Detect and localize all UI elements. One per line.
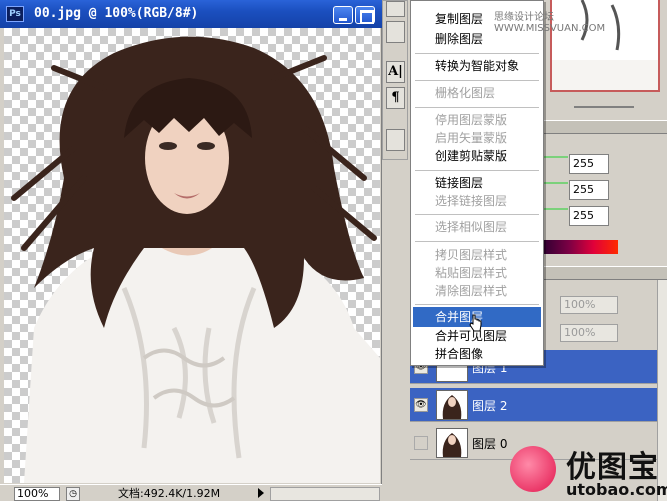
portrait-image bbox=[11, 36, 380, 483]
menu-item-enable-vector-mask[interactable]: 启用矢量蒙版 bbox=[413, 128, 541, 148]
menu-separator bbox=[415, 241, 539, 242]
menu-item-paste-layer-style[interactable]: 粘贴图层样式 bbox=[413, 263, 541, 283]
zoom-field[interactable]: 100% bbox=[14, 487, 60, 501]
blue-slider[interactable] bbox=[544, 208, 568, 210]
menu-item-select-similar-layers[interactable]: 选择相似图层 bbox=[413, 217, 541, 237]
menu-item-copy-layer-style[interactable]: 拷贝图层样式 bbox=[413, 245, 541, 265]
color-panel-header[interactable] bbox=[540, 120, 667, 134]
document-info: 文档:492.4K/1.92M bbox=[118, 487, 221, 500]
hand-cursor-icon bbox=[469, 314, 482, 332]
tool-strip: A| ¶ bbox=[382, 0, 408, 160]
photoshop-icon: Ps bbox=[6, 6, 24, 22]
logo-url: utobao.com bbox=[566, 480, 667, 499]
tool-preset-icon[interactable] bbox=[386, 1, 405, 17]
document-title: 00.jpg @ 100%(RGB/8#) bbox=[34, 6, 199, 21]
watermark-logo: 优图宝 utobao.com bbox=[508, 440, 667, 501]
character-icon: A| bbox=[388, 64, 403, 79]
navigator-icon[interactable]: ◷ bbox=[66, 487, 80, 501]
status-menu-arrow-icon[interactable] bbox=[258, 488, 264, 498]
menu-separator bbox=[415, 80, 539, 81]
paragraph-panel-button[interactable]: ¶ bbox=[386, 87, 405, 109]
menu-item-disable-layer-mask[interactable]: 停用图层蒙版 bbox=[413, 110, 541, 130]
layer-context-menu: 复制图层 删除图层 转换为智能对象 栅格化图层 停用图层蒙版 启用矢量蒙版 创建… bbox=[410, 0, 544, 366]
menu-item-link-layers[interactable]: 链接图层 bbox=[413, 173, 541, 193]
character-panel-button[interactable]: A| bbox=[386, 61, 405, 83]
layer-row-2[interactable]: 👁 图层 2 bbox=[410, 388, 657, 422]
layer-thumbnail-portrait bbox=[442, 395, 462, 419]
menu-separator bbox=[415, 53, 539, 54]
red-value[interactable]: 255 bbox=[569, 154, 609, 174]
opacity-field[interactable]: 100% bbox=[560, 296, 618, 314]
visibility-toggle[interactable] bbox=[414, 436, 428, 450]
menu-item-rasterize-layer[interactable]: 栅格化图层 bbox=[413, 83, 541, 103]
navigator-zoom-slider[interactable] bbox=[544, 98, 662, 114]
menu-item-create-clipping-mask[interactable]: 创建剪贴蒙版 bbox=[413, 146, 541, 166]
layer-thumbnail bbox=[436, 428, 468, 458]
menu-item-clear-layer-style[interactable]: 清除图层样式 bbox=[413, 281, 541, 301]
maximize-button[interactable] bbox=[355, 6, 375, 24]
fill-field[interactable]: 100% bbox=[560, 324, 618, 342]
bird-logo-icon bbox=[510, 446, 556, 492]
layer-name: 图层 2 bbox=[472, 399, 508, 413]
green-slider[interactable] bbox=[544, 182, 568, 184]
watermark-top: 思缘设计论坛 WWW.MISSVUAN.COM bbox=[494, 12, 606, 34]
document-window: Ps 00.jpg @ 100%(RGB/8#) 100% ◷ 文档:492.4… bbox=[0, 0, 382, 501]
layer-name: 图层 0 bbox=[472, 437, 508, 451]
layer-thumbnail bbox=[436, 390, 468, 420]
paragraph-icon: ¶ bbox=[391, 90, 400, 105]
document-canvas[interactable] bbox=[4, 28, 380, 483]
minimize-button[interactable] bbox=[333, 6, 353, 24]
menu-separator bbox=[415, 170, 539, 171]
menu-item-select-linked-layers[interactable]: 选择链接图层 bbox=[413, 191, 541, 211]
menu-item-flatten-image[interactable]: 拼合图像 bbox=[413, 344, 541, 364]
layer-thumbnail-portrait bbox=[442, 433, 462, 457]
document-title-bar[interactable]: Ps 00.jpg @ 100%(RGB/8#) bbox=[0, 0, 382, 28]
color-spectrum[interactable] bbox=[544, 240, 618, 254]
menu-separator bbox=[415, 304, 539, 305]
menu-separator bbox=[415, 214, 539, 215]
visibility-eye-icon[interactable]: 👁 bbox=[414, 398, 428, 412]
brush-tool-icon[interactable] bbox=[386, 21, 405, 43]
color-panel: 255 255 255 bbox=[540, 134, 667, 259]
red-slider[interactable] bbox=[544, 156, 568, 158]
menu-item-convert-smart-object[interactable]: 转换为智能对象 bbox=[413, 56, 541, 76]
blue-value[interactable]: 255 bbox=[569, 206, 609, 226]
slider-track bbox=[574, 106, 634, 108]
menu-separator bbox=[415, 107, 539, 108]
status-bar: 100% ◷ 文档:492.4K/1.92M bbox=[0, 484, 382, 501]
layer-comps-icon[interactable] bbox=[386, 129, 405, 151]
green-value[interactable]: 255 bbox=[569, 180, 609, 200]
horizontal-scrollbar[interactable] bbox=[270, 487, 380, 501]
